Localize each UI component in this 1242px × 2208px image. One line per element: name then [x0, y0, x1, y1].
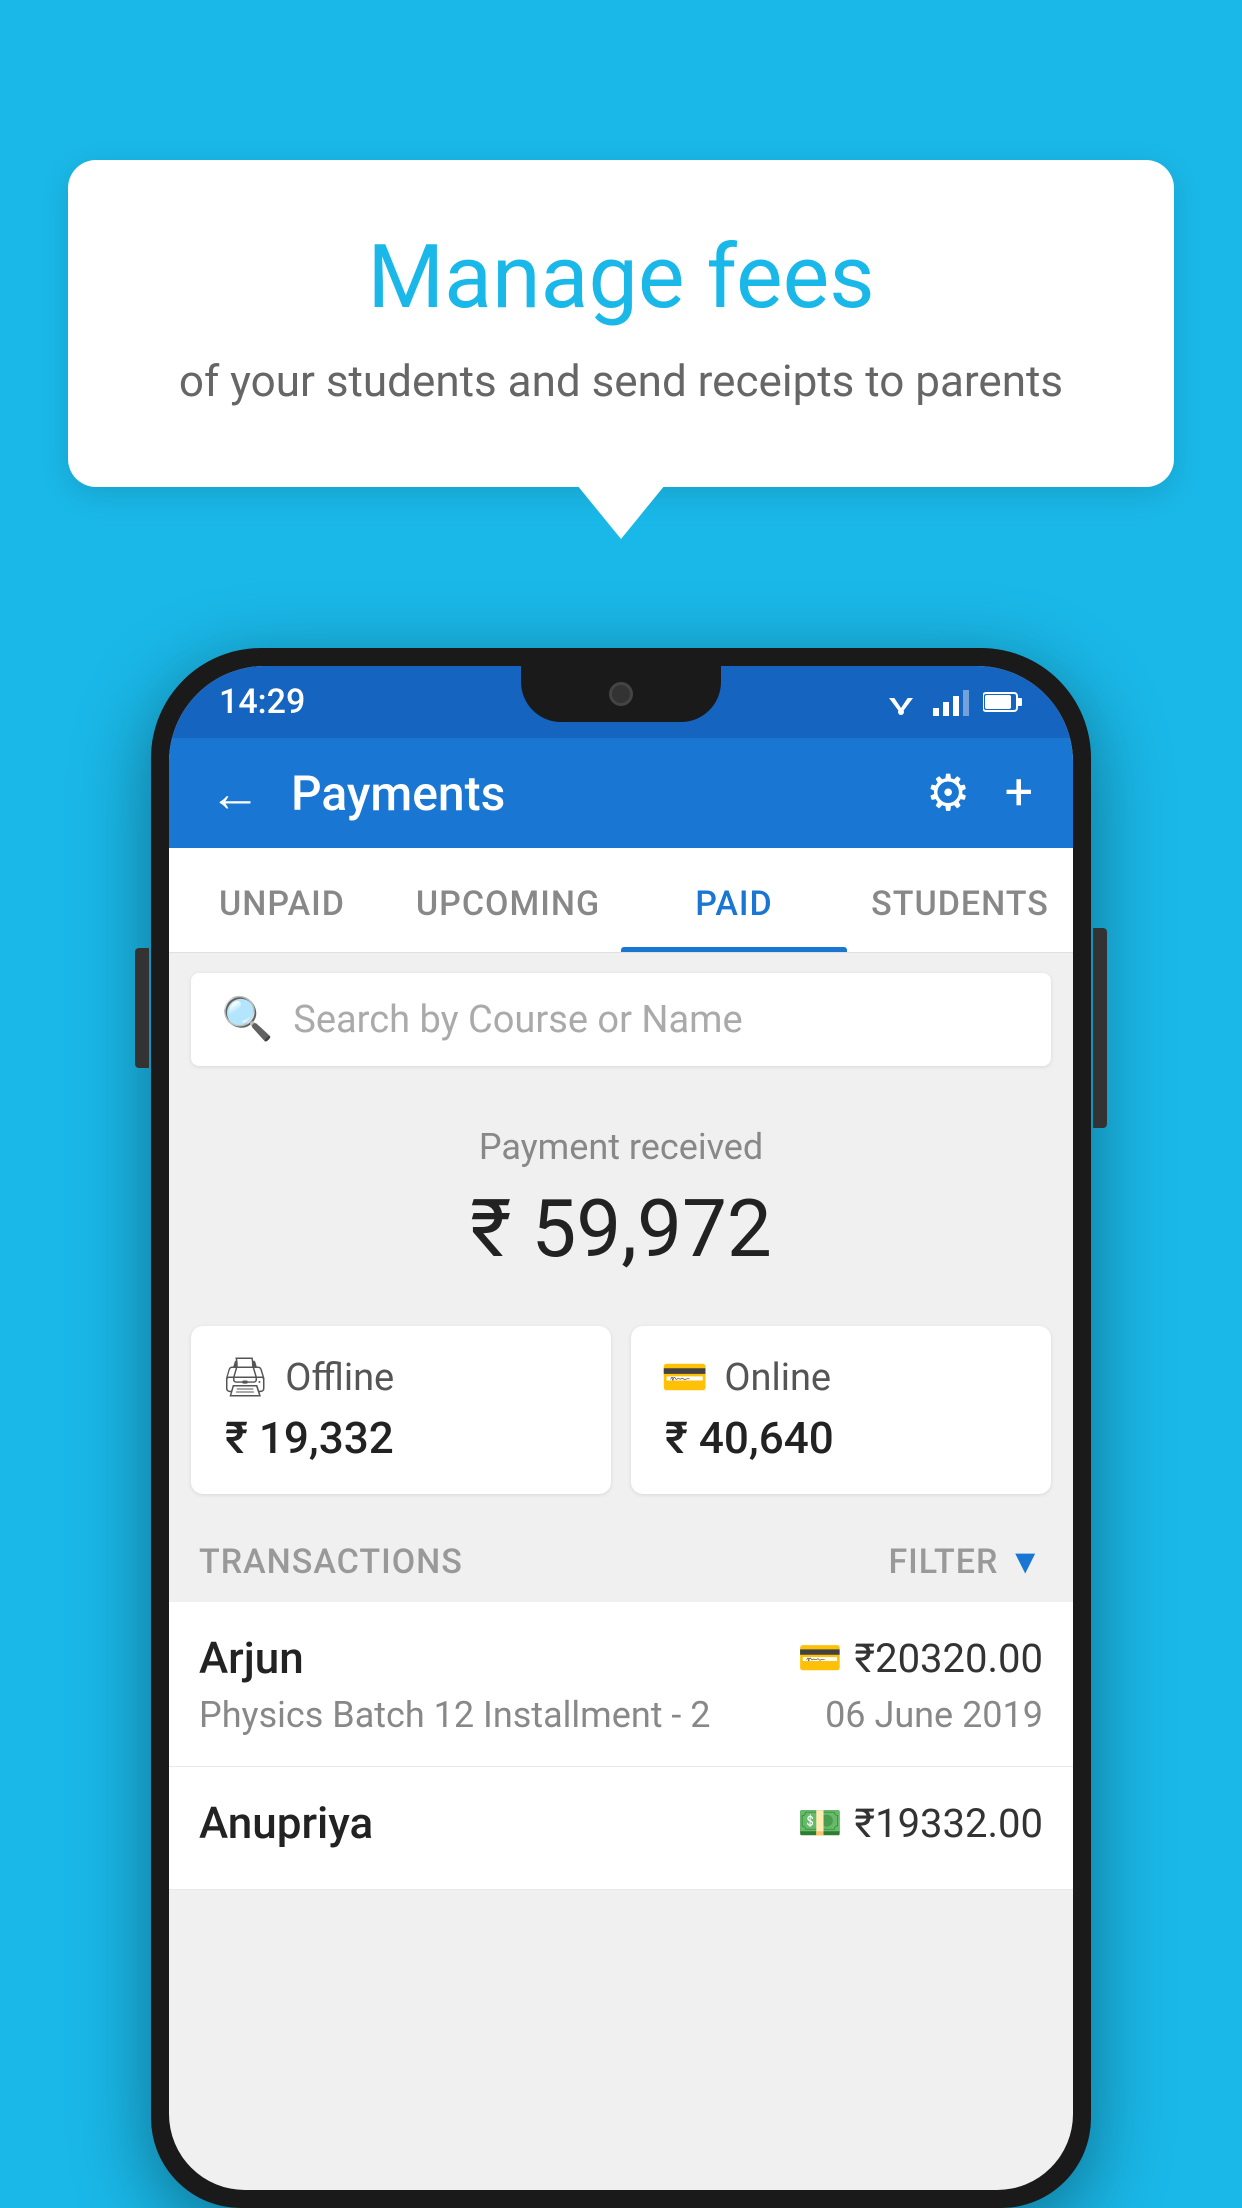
transaction-amount: 💳 ₹20320.00 — [798, 1635, 1043, 1682]
bubble-subtitle: of your students and send receipts to pa… — [128, 355, 1114, 407]
transactions-header: TRANSACTIONS FILTER ▼ — [169, 1514, 1073, 1602]
transaction-name: Anupriya — [199, 1797, 373, 1849]
online-amount: ₹ 40,640 — [661, 1412, 1021, 1464]
cash-payment-icon: 💵 — [798, 1802, 843, 1844]
search-icon: 🔍 — [221, 995, 273, 1044]
filter-label: FILTER — [888, 1542, 998, 1582]
transaction-date: 06 June 2019 — [825, 1694, 1043, 1736]
battery-icon — [983, 691, 1023, 713]
settings-icon[interactable]: ⚙ — [926, 764, 971, 823]
filter-button[interactable]: FILTER ▼ — [888, 1542, 1043, 1582]
tabs: UNPAID UPCOMING PAID STUDENTS — [169, 848, 1073, 953]
tab-paid[interactable]: PAID — [621, 848, 847, 952]
add-icon[interactable]: + — [1005, 764, 1033, 822]
transaction-item[interactable]: Anupriya 💵 ₹19332.00 — [169, 1767, 1073, 1890]
offline-card: 🖨 Offline ₹ 19,332 — [191, 1326, 611, 1494]
wifi-icon — [883, 688, 919, 716]
speech-bubble: Manage fees of your students and send re… — [68, 160, 1174, 487]
online-icon: 💳 — [661, 1356, 708, 1400]
transactions-label: TRANSACTIONS — [199, 1542, 463, 1582]
filter-icon: ▼ — [1008, 1542, 1043, 1582]
transaction-amount: 💵 ₹19332.00 — [798, 1800, 1043, 1847]
app-bar-actions: ⚙ + — [926, 764, 1033, 823]
transaction-course: Physics Batch 12 Installment - 2 — [199, 1694, 711, 1736]
online-label: Online — [724, 1356, 831, 1400]
payment-received-section: Payment received ₹ 59,972 — [169, 1086, 1073, 1306]
search-bar[interactable]: 🔍 Search by Course or Name — [191, 973, 1051, 1066]
payment-received-amount: ₹ 59,972 — [169, 1182, 1073, 1276]
tab-students[interactable]: STUDENTS — [847, 848, 1073, 952]
notch — [521, 666, 721, 722]
app-bar-title: Payments — [291, 765, 926, 822]
back-button[interactable]: ← — [209, 763, 261, 824]
payment-received-label: Payment received — [169, 1126, 1073, 1168]
phone-frame: 14:29 — [151, 648, 1091, 2208]
content-area: 🔍 Search by Course or Name Payment recei… — [169, 973, 1073, 1890]
transaction-item[interactable]: Arjun 💳 ₹20320.00 Physics Batch 12 Insta… — [169, 1602, 1073, 1767]
bubble-title: Manage fees — [128, 230, 1114, 327]
status-icons — [883, 688, 1023, 716]
camera — [609, 682, 633, 706]
app-bar: ← Payments ⚙ + — [169, 738, 1073, 848]
phone-screen: 14:29 — [169, 666, 1073, 2190]
status-bar: 14:29 — [169, 666, 1073, 738]
status-time: 14:29 — [219, 682, 305, 722]
offline-amount: ₹ 19,332 — [221, 1412, 581, 1464]
signal-icon — [933, 688, 969, 716]
offline-icon: 🖨 — [221, 1356, 269, 1400]
offline-label: Offline — [285, 1356, 394, 1400]
tab-upcoming[interactable]: UPCOMING — [395, 848, 621, 952]
transaction-name: Arjun — [199, 1632, 304, 1684]
payment-cards: 🖨 Offline ₹ 19,332 💳 Online ₹ 40,640 — [169, 1306, 1073, 1514]
search-placeholder: Search by Course or Name — [293, 998, 742, 1042]
online-card: 💳 Online ₹ 40,640 — [631, 1326, 1051, 1494]
card-payment-icon: 💳 — [798, 1637, 843, 1679]
tab-unpaid[interactable]: UNPAID — [169, 848, 395, 952]
